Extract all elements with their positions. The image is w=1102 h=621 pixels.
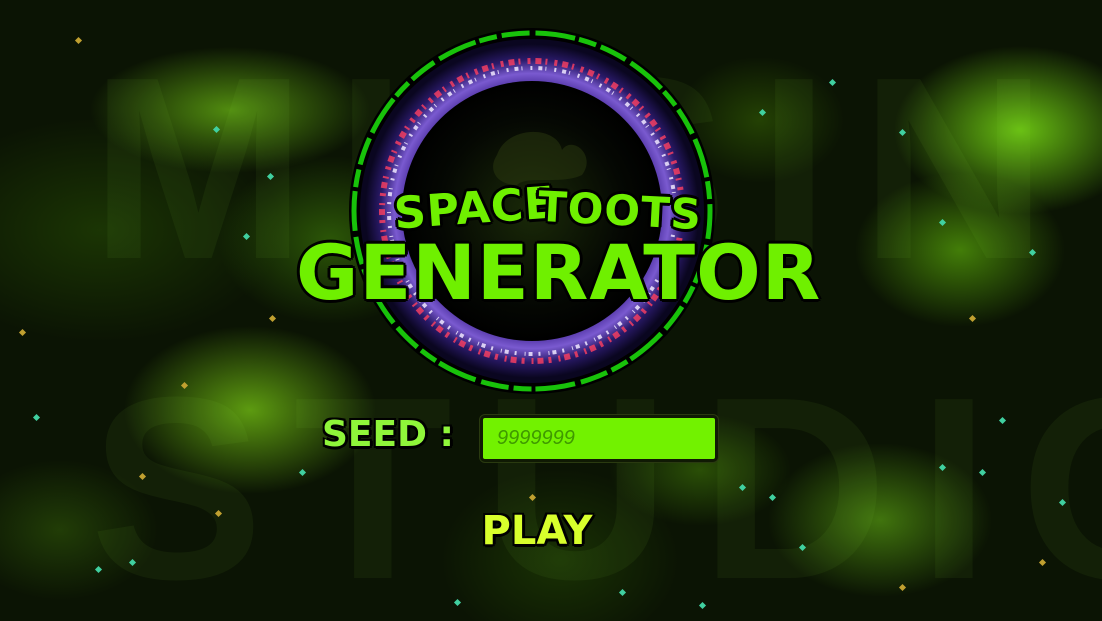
star-particle [74, 36, 83, 45]
star-particle [94, 565, 103, 574]
star-particle [758, 108, 767, 117]
star-particle [978, 468, 987, 477]
seed-input[interactable] [480, 415, 718, 462]
star-particle [180, 381, 189, 390]
star-particle [798, 543, 807, 552]
star-particle [938, 463, 947, 472]
star-particle [828, 78, 837, 87]
star-particle [768, 493, 777, 502]
star-particle [968, 314, 977, 323]
star-particle [1038, 558, 1047, 567]
star-particle [268, 314, 277, 323]
star-particle [266, 172, 275, 181]
title-word-generator: GENERATOR [296, 228, 822, 317]
star-particle [998, 416, 1007, 425]
star-particle [898, 583, 907, 592]
star-particle [1058, 498, 1067, 507]
star-particle [698, 601, 707, 610]
star-particle [128, 558, 137, 567]
play-button[interactable]: PLAY [474, 503, 600, 559]
star-particle [214, 509, 223, 518]
seed-label: SEED : [322, 414, 454, 455]
star-particle [1028, 248, 1037, 257]
star-particle [738, 483, 747, 492]
star-particle [898, 128, 907, 137]
star-particle [138, 472, 147, 481]
star-particle [242, 232, 251, 241]
star-particle [212, 125, 221, 134]
game-title-screen: MUSIN STUDIO SPACE TOOTS GENERATOR [0, 0, 1102, 621]
star-particle [298, 468, 307, 477]
star-particle [32, 413, 41, 422]
star-particle [528, 493, 537, 502]
star-particle [618, 588, 627, 597]
star-particle [453, 598, 462, 607]
star-particle [938, 218, 947, 227]
star-particle [18, 328, 27, 337]
